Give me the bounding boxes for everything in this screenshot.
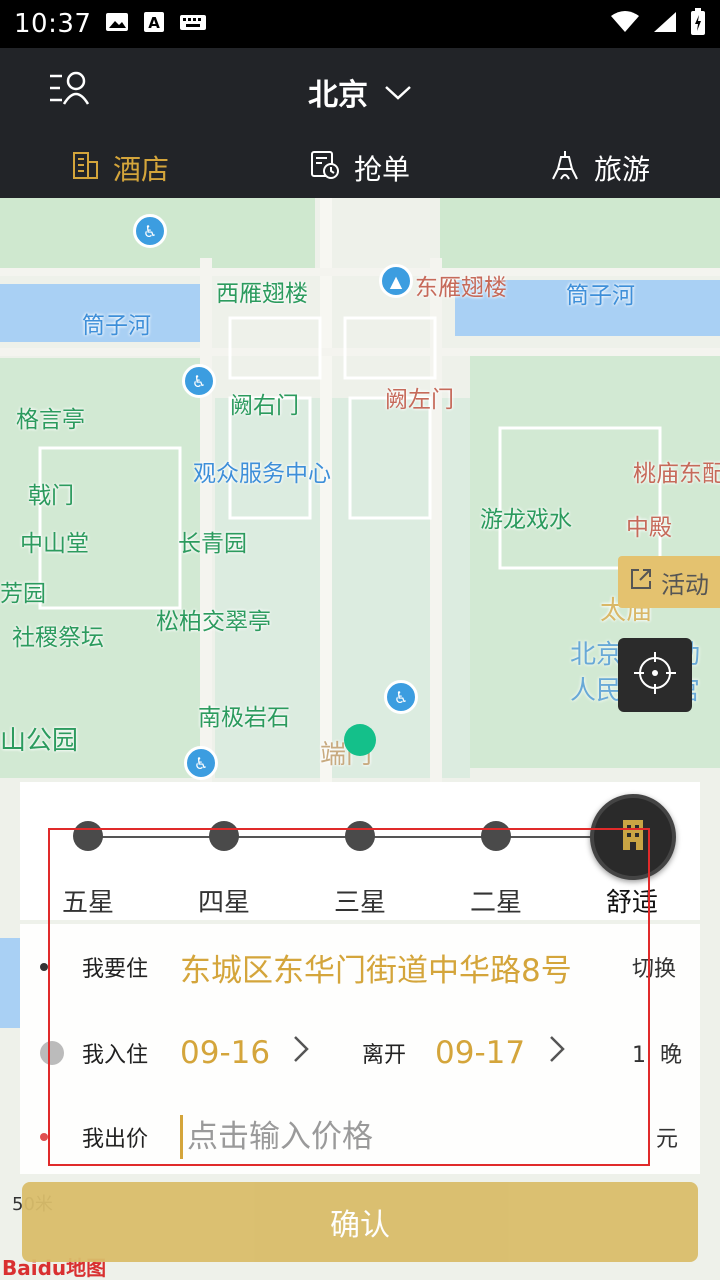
- hotel-building-icon: [71, 150, 99, 187]
- activity-label: 活动: [661, 570, 709, 599]
- map-label: 阙右门: [230, 393, 299, 419]
- map-label: 长青园: [178, 531, 247, 557]
- svg-text:A: A: [149, 14, 161, 32]
- signal-icon: [652, 10, 678, 38]
- city-name: 北京: [308, 78, 368, 113]
- chevron-down-icon: [384, 75, 412, 110]
- map-label: 观众服务中心: [193, 461, 331, 487]
- map-label: 中山堂: [20, 531, 89, 557]
- tower-icon: [550, 149, 580, 188]
- tab-travel-label: 旅游: [593, 153, 650, 186]
- map-label: 西雁翅楼: [216, 281, 308, 307]
- row-bullet: [40, 1133, 48, 1141]
- status-bar: 10:37 A: [0, 0, 720, 48]
- price-unit: 元: [656, 1127, 679, 1152]
- map-label: 山公园: [0, 726, 79, 756]
- map-label: 阙左门: [385, 387, 454, 413]
- map-label: 芳园: [0, 581, 46, 607]
- a-notification-icon: A: [143, 11, 165, 37]
- map-label: 东雁翅楼: [415, 275, 507, 301]
- map-label: 社稷祭坛: [12, 625, 104, 651]
- activity-button[interactable]: 活动: [618, 556, 720, 608]
- app-header: 北京 酒店 抢单 旅游: [0, 48, 720, 198]
- confirm-button[interactable]: 确认: [22, 1182, 698, 1262]
- tab-travel[interactable]: 旅游: [480, 138, 720, 198]
- map-label: 游龙戏水: [480, 507, 572, 533]
- locate-button[interactable]: [618, 638, 692, 712]
- tab-hotel-label: 酒店: [112, 153, 169, 186]
- row-bullet: [40, 963, 48, 971]
- tab-bar: 酒店 抢单 旅游: [0, 138, 720, 198]
- map-label: 筒子河: [82, 313, 151, 339]
- restroom-poi-icon[interactable]: ♿: [133, 214, 167, 248]
- map-label: 格言亭: [16, 407, 85, 433]
- map-label: 戟门: [28, 483, 74, 509]
- battery-icon: [690, 8, 706, 40]
- tab-grab-order-label: 抢单: [353, 153, 410, 186]
- external-link-icon: [629, 567, 653, 597]
- status-time: 10:37: [14, 9, 92, 39]
- map-label: 南极岩石: [198, 705, 290, 731]
- order-clock-icon: [310, 150, 340, 187]
- city-selector[interactable]: 北京: [0, 70, 720, 114]
- restroom-poi-icon[interactable]: ♿: [182, 364, 216, 398]
- map-label: 筒子河: [566, 283, 635, 309]
- wifi-icon: [610, 10, 640, 38]
- keyboard-icon: [179, 12, 207, 36]
- map-label: 桃庙东配: [633, 461, 720, 487]
- highlight-box: [48, 828, 650, 1166]
- museum-poi-icon[interactable]: ▲: [379, 264, 413, 298]
- restroom-poi-icon[interactable]: ♿: [384, 680, 418, 714]
- map-label: 中殿: [626, 515, 672, 541]
- restroom-poi-icon[interactable]: ♿: [184, 746, 218, 780]
- nights-unit: 晚: [660, 1043, 683, 1068]
- current-location-marker: [344, 724, 376, 756]
- tab-hotel[interactable]: 酒店: [0, 138, 240, 198]
- image-notification-icon: [105, 11, 129, 37]
- crosshair-icon: [631, 649, 679, 701]
- map-label: 松柏交翠亭: [156, 609, 271, 635]
- tab-grab-order[interactable]: 抢单: [240, 138, 480, 198]
